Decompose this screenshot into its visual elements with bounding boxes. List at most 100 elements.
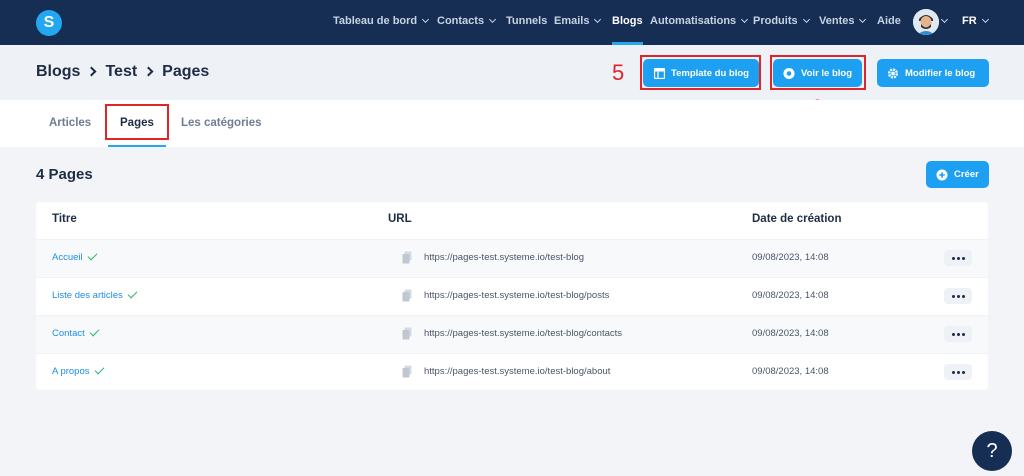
section-title: 4 Pages [36, 166, 93, 183]
nav-item-label: Produits [753, 15, 798, 27]
nav-item-label: Tableau de bord [333, 15, 418, 27]
plus-circle-icon [936, 169, 948, 181]
page-title-text: A propos [52, 366, 90, 377]
top-navigation: S Tableau de bord Contacts Tunnels Email… [0, 0, 1024, 45]
page-url: https://pages-test.systeme.io/test-blog/… [424, 366, 611, 377]
dot-icon [951, 294, 955, 298]
help-button[interactable]: ? [972, 431, 1012, 471]
chevron-down-icon [741, 15, 749, 24]
nav-item-emails[interactable]: Emails [554, 0, 602, 45]
page-header: Blogs Test Pages [0, 45, 1024, 100]
language-label: FR [962, 15, 977, 27]
copy-icon[interactable] [402, 251, 412, 264]
nav-item-label: Tunnels [506, 15, 548, 27]
page-title-link[interactable]: Liste des articles [52, 288, 138, 301]
annotation-number-5: 5 [612, 60, 625, 85]
dot-icon [961, 256, 965, 260]
table-row: A propos https://pages-test.systeme.io/t… [36, 353, 988, 391]
nav-item-label: Contacts [437, 15, 485, 27]
nav-item-automations[interactable]: Automatisations [650, 0, 749, 45]
column-header-url[interactable]: URL [388, 213, 412, 225]
tab-articles[interactable]: Articles [49, 100, 91, 147]
chevron-down-icon [802, 15, 810, 24]
nav-item-help[interactable]: Aide [877, 0, 901, 45]
copy-icon[interactable] [402, 289, 412, 302]
column-header-title[interactable]: Titre [52, 213, 77, 225]
page-date: 09/08/2023, 14:08 [752, 290, 829, 301]
page-title-text: Accueil [52, 252, 83, 263]
dot-icon [956, 294, 960, 298]
page-title-link[interactable]: Accueil [52, 250, 98, 263]
chevron-down-icon [422, 15, 430, 24]
avatar-icon [913, 9, 939, 35]
language-selector[interactable]: FR [962, 0, 989, 45]
page-url: https://pages-test.systeme.io/test-blog [424, 252, 584, 263]
layout-icon [653, 67, 665, 79]
row-actions-button[interactable] [944, 288, 972, 304]
breadcrumb-test[interactable]: Test [105, 63, 137, 80]
page-title-link[interactable]: Contact [52, 326, 100, 339]
tab-pages[interactable]: Pages [108, 100, 166, 147]
dot-icon [956, 370, 960, 374]
edit-blog-label: Modifier le blog [905, 67, 976, 79]
avatar-menu-caret[interactable] [940, 0, 949, 45]
check-icon [94, 364, 104, 375]
chevron-down-icon [594, 15, 602, 24]
breadcrumb-pages: Pages [162, 63, 210, 80]
table-header: Titre URL Date de création [36, 202, 988, 238]
edit-blog-button[interactable]: Modifier le blog [877, 59, 989, 87]
user-avatar[interactable] [913, 9, 939, 35]
nav-item-label: Emails [554, 15, 590, 27]
breadcrumb-blogs[interactable]: Blogs [36, 63, 80, 80]
page-title-link[interactable]: A propos [52, 364, 104, 377]
eye-icon [783, 67, 795, 79]
dot-icon [951, 256, 955, 260]
nav-item-sales[interactable]: Ventes [819, 0, 867, 45]
tab-categories[interactable]: Les catégories [181, 100, 262, 147]
dot-icon [956, 256, 960, 260]
copy-icon[interactable] [402, 327, 412, 340]
nav-item-label: Ventes [819, 15, 855, 27]
chevron-down-icon [489, 15, 497, 24]
copy-icon[interactable] [402, 365, 412, 378]
dot-icon [956, 332, 960, 336]
nav-item-products[interactable]: Produits [753, 0, 810, 45]
check-icon [127, 288, 138, 299]
nav-item-tunnels[interactable]: Tunnels [506, 0, 547, 45]
row-actions-button[interactable] [944, 250, 972, 266]
page-date: 09/08/2023, 14:08 [752, 328, 829, 339]
dot-icon [951, 332, 955, 336]
page-title-text: Contact [52, 328, 85, 339]
blog-template-button[interactable]: Template du blog [643, 59, 759, 87]
nav-item-contacts[interactable]: Contacts [437, 0, 497, 45]
row-actions-button[interactable] [944, 326, 972, 342]
nav-item-dashboard[interactable]: Tableau de bord [333, 0, 430, 45]
page-title-text: Liste des articles [52, 290, 123, 301]
page-date: 09/08/2023, 14:08 [752, 366, 829, 377]
chevron-down-icon [940, 15, 949, 24]
nav-item-blogs[interactable]: Blogs [612, 0, 643, 45]
nav-item-label: Blogs [612, 15, 643, 27]
breadcrumb: Blogs Test Pages [36, 63, 215, 81]
blog-template-label: Template du blog [671, 67, 749, 79]
dot-icon [951, 370, 955, 374]
view-blog-button[interactable]: Voir le blog [773, 59, 863, 87]
row-actions-button[interactable] [944, 364, 972, 380]
view-blog-label: Voir le blog [801, 67, 853, 79]
table-row: Liste des articles https://pages-test.sy… [36, 277, 988, 315]
systeme-logo[interactable]: S [36, 10, 62, 36]
create-button[interactable]: Créer [926, 161, 989, 188]
create-label: Créer [954, 169, 979, 180]
chevron-right-icon [143, 66, 154, 77]
page-url: https://pages-test.systeme.io/test-blog/… [424, 290, 610, 301]
nav-item-label: Automatisations [650, 15, 737, 27]
tab-bar: Articles Pages Les catégories [0, 100, 1024, 147]
column-header-date[interactable]: Date de création [752, 213, 841, 225]
nav-item-label: Aide [877, 15, 901, 27]
check-icon [89, 326, 100, 337]
gear-icon [887, 67, 899, 79]
chevron-down-icon [981, 15, 989, 24]
page-url: https://pages-test.systeme.io/test-blog/… [424, 328, 623, 339]
pages-table: Titre URL Date de création Accueil https… [36, 202, 988, 390]
page-date: 09/08/2023, 14:08 [752, 252, 829, 263]
